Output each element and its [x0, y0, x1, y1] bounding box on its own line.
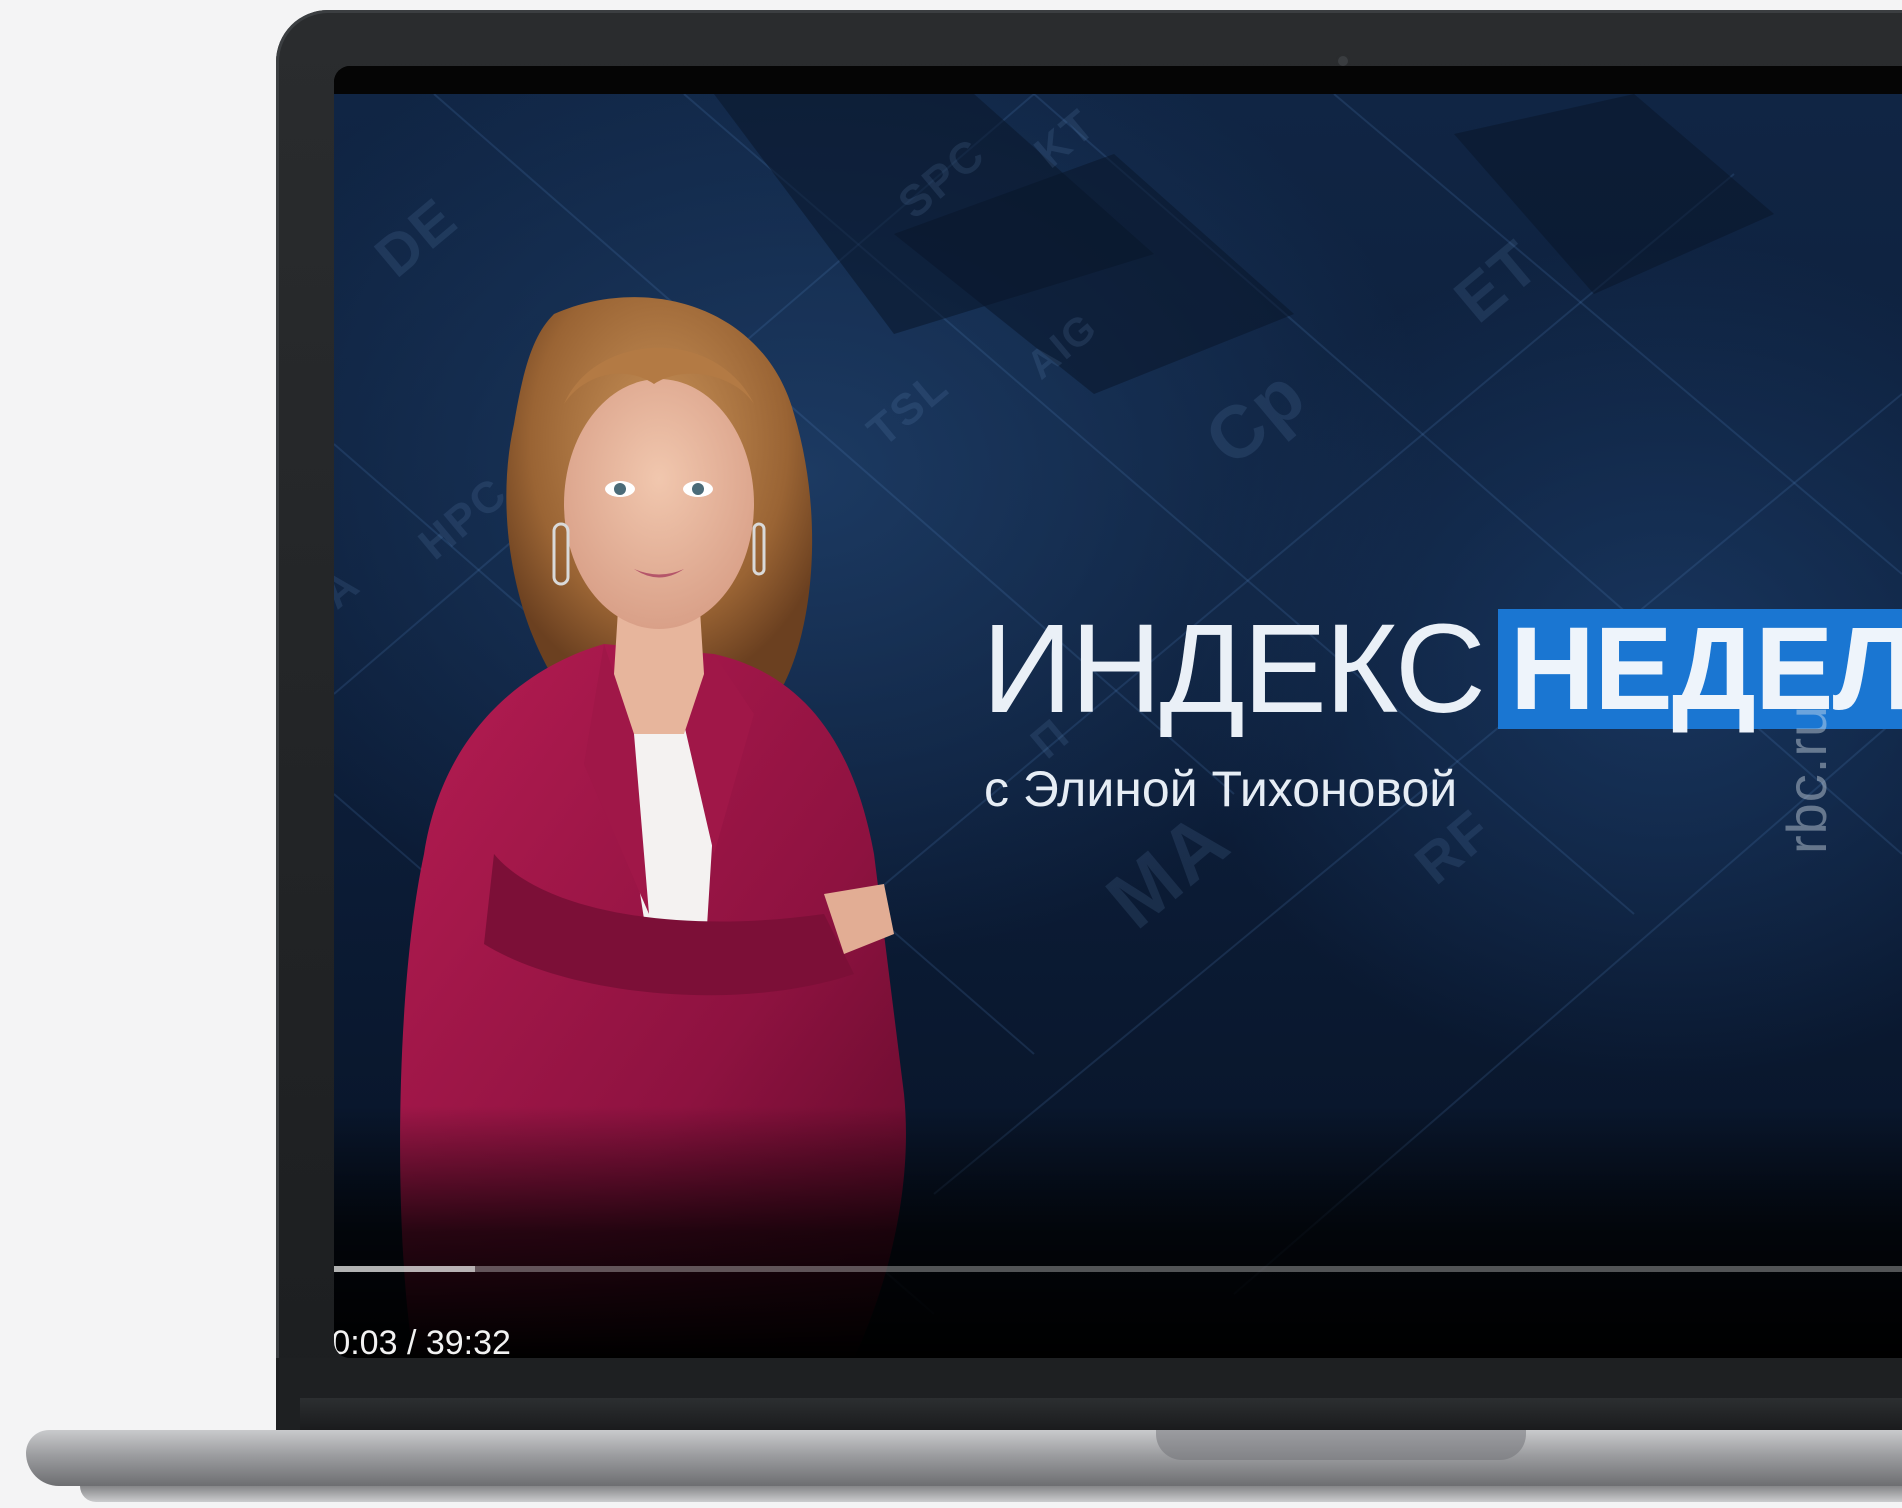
webcam: [1338, 56, 1348, 66]
video-letterbox: [334, 66, 1902, 94]
show-subtitle: с Элиной Тихоновой: [984, 761, 1458, 817]
channel-watermark: rbc.ru: [1775, 704, 1838, 854]
laptop-base: [26, 1430, 1902, 1486]
player-controls-overlay: [334, 1106, 1902, 1358]
progress-bar[interactable]: [334, 1266, 1902, 1272]
progress-fill: [334, 1266, 476, 1272]
laptop-mockup: DE SPC KT TSL AIG HPC PM Cp ET RF MA A П: [0, 0, 1902, 1508]
show-title: ИНДЕКС НЕДЕЛ: [982, 598, 1902, 739]
show-title-accent: НЕДЕЛ: [1497, 609, 1902, 729]
laptop-screen: DE SPC KT TSL AIG HPC PM Cp ET RF MA A П: [334, 66, 1902, 1358]
laptop-notch: [1156, 1430, 1526, 1460]
time-display: )0:03 / 39:32: [334, 1324, 511, 1358]
laptop-hinge: [300, 1398, 1902, 1430]
show-title-main: ИНДЕКС: [982, 598, 1486, 739]
laptop-base-edge: [80, 1486, 1902, 1502]
